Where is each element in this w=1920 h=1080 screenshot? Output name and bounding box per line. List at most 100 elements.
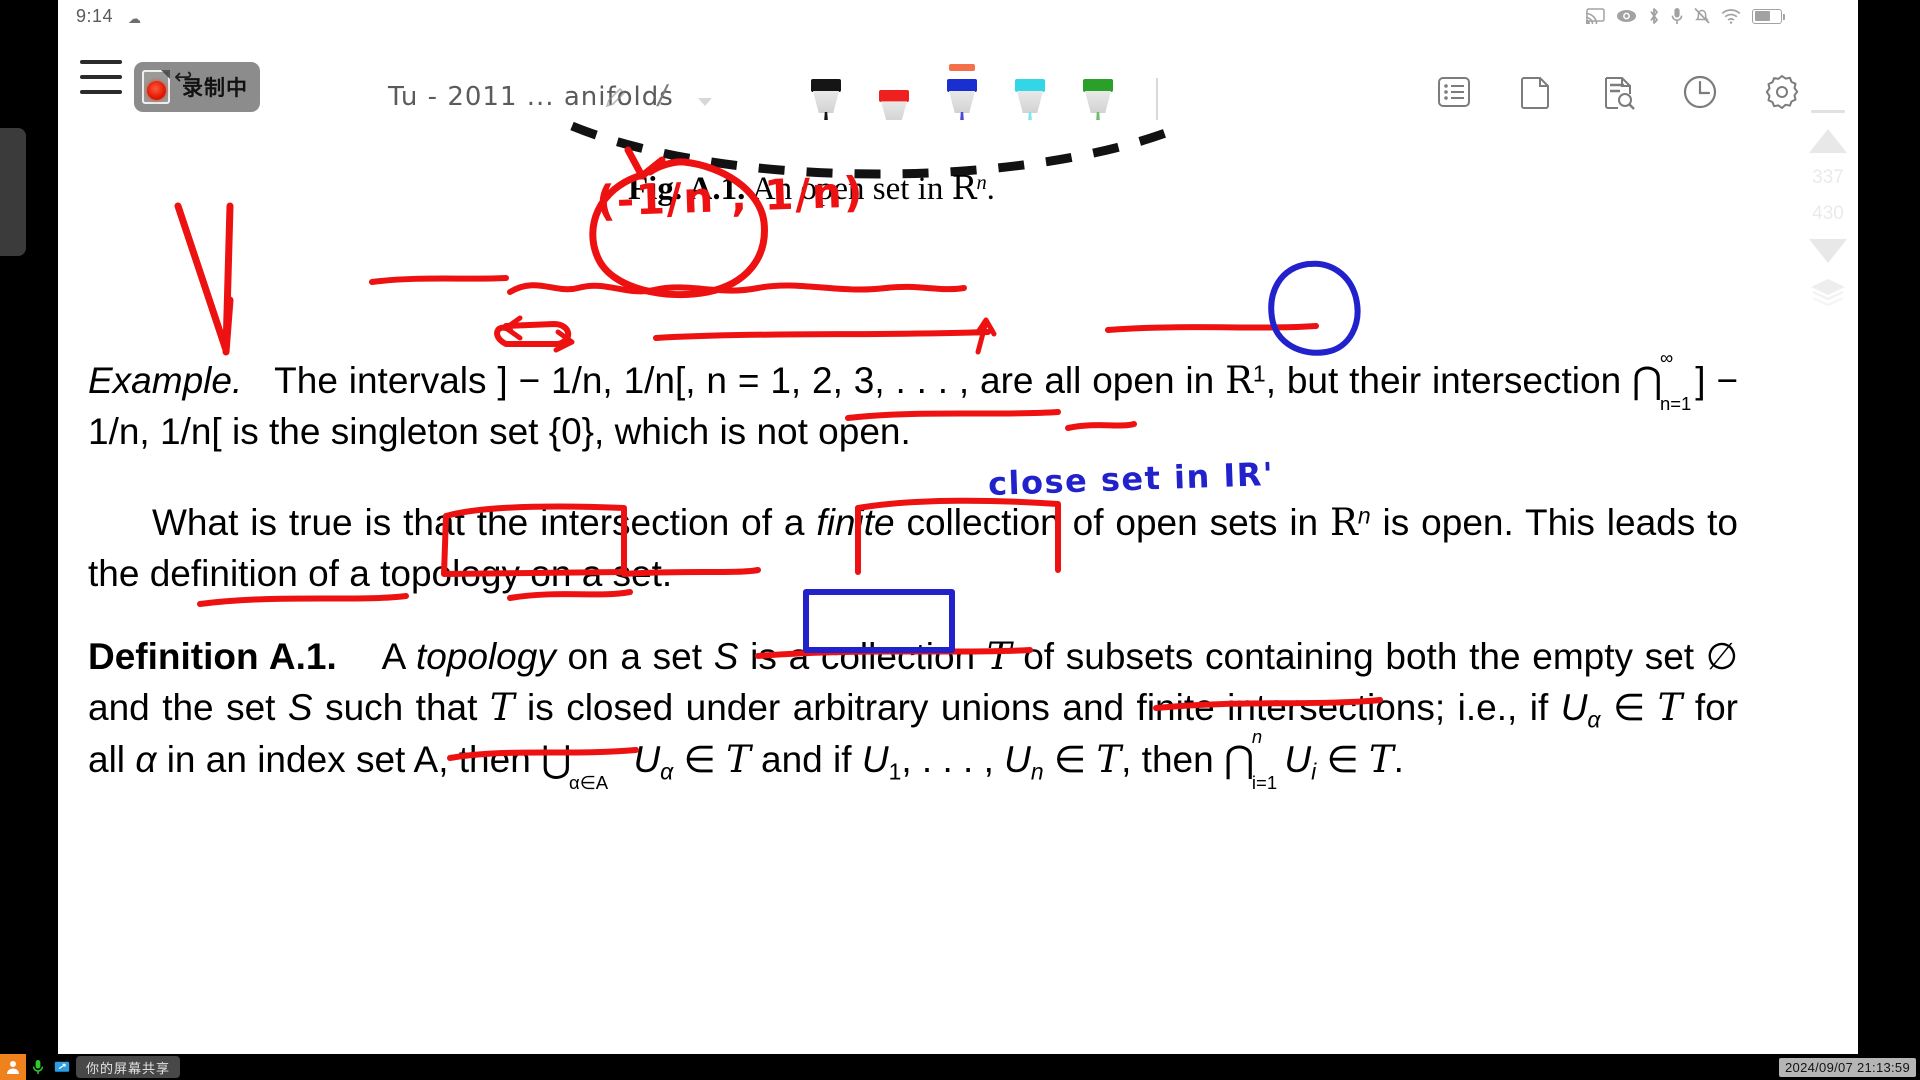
current-page-number: 337	[1812, 167, 1844, 188]
paragraph-definition: Definition A.1. A topology on a set S is…	[88, 632, 1738, 793]
true-text-1: What is true is that the intersection of…	[152, 502, 817, 543]
bigcap-glyph: ⋂	[1632, 360, 1663, 401]
def-text-2: on a set	[555, 636, 714, 677]
def-bigcup: ⋃ α∈A	[541, 735, 608, 793]
history-clock-icon[interactable]	[1680, 72, 1720, 112]
recording-badge[interactable]: ↩ 录制中	[134, 62, 260, 112]
def-u1-sub: 1	[888, 758, 902, 785]
def-text-5: such that	[312, 686, 490, 728]
rail-handle[interactable]	[1811, 110, 1845, 113]
document-title[interactable]: Tu - 2011 ... anifolds	[388, 82, 674, 112]
def-text-3: is a collection	[738, 636, 987, 677]
example-text-2: , but their intersection	[1265, 360, 1633, 401]
def-script-t-6: T	[1368, 738, 1394, 782]
screen-share-icon[interactable]	[50, 1054, 74, 1080]
def-text-11: and if	[750, 739, 862, 781]
def-text-1: A	[381, 636, 416, 677]
def-text-15: ∈	[1316, 739, 1369, 781]
chevron-down-icon[interactable]	[698, 98, 712, 106]
cloud-icon: ☁	[128, 11, 141, 26]
back-arrow-icon: ↩	[174, 64, 193, 89]
figure-caption-blackboard-r: R	[951, 168, 977, 207]
next-page-button[interactable]	[1809, 239, 1847, 263]
system-clock: 2024/09/07 21:13:59	[1779, 1058, 1916, 1077]
microphone-icon	[1671, 7, 1683, 25]
definition-label: Definition A.1.	[88, 636, 337, 677]
layers-icon[interactable]	[1809, 277, 1847, 307]
bigcup-subscript: α∈A	[569, 772, 609, 794]
system-bottom-bar: 你的屏幕共享 2024/09/07 21:13:59	[0, 1054, 1920, 1080]
screen-root: 9:14 ☁ ↩ 录制中 Tu - 2011 ... anifolds / Fi…	[0, 0, 1920, 1080]
def-u-alpha-2: U	[633, 739, 661, 781]
screen-share-indicator-group: 你的屏幕共享	[0, 1054, 181, 1080]
def-text-6: is closed under arbitrary unions and fin…	[514, 686, 1561, 728]
example-text-1: The intervals ] − 1/n, 1/n[, n = 1, 2, 3…	[274, 360, 1226, 401]
def-alpha: α	[135, 739, 157, 781]
page-icon[interactable]	[1516, 72, 1556, 112]
def-bigcap-2: ⋂ n i=1	[1224, 726, 1277, 793]
figure-caption-exponent: n	[976, 171, 987, 194]
def-text-12: , . . . ,	[901, 739, 1005, 781]
selected-pen-marker	[949, 64, 975, 71]
bigcap2-top-limit: n	[1251, 725, 1263, 747]
def-script-t-5: T	[1096, 738, 1122, 782]
def-script-t-2: T	[489, 685, 515, 729]
def-text-16: .	[1393, 739, 1404, 781]
app-surface: 9:14 ☁ ↩ 录制中 Tu - 2011 ... anifolds / Fi…	[58, 0, 1858, 1054]
bigcap-bottom-limit: n=1	[1659, 392, 1692, 414]
def-script-t-1: T	[986, 635, 1012, 678]
bluetooth-icon	[1648, 7, 1660, 25]
screen-cast-icon	[1585, 7, 1605, 25]
bigcap2-bottom-limit: i=1	[1251, 772, 1278, 794]
eye-icon	[1616, 9, 1637, 23]
microphone-icon[interactable]	[26, 1054, 50, 1080]
def-script-t-3: T	[1657, 685, 1683, 729]
def-italic-s2: S	[287, 686, 313, 728]
app-toolbar: ↩ 录制中 Tu - 2011 ... anifolds / 37	[58, 36, 1858, 158]
document-page[interactable]: Fig. A.1. An open set in Rn. Example. Th…	[58, 120, 1858, 1054]
outline-list-icon[interactable]	[1434, 72, 1474, 112]
page-nav-rail: 337 430	[1798, 110, 1858, 430]
true-text-2: collection of open sets in	[894, 502, 1331, 543]
example-exponent: 1	[1252, 360, 1266, 387]
bell-muted-icon	[1694, 7, 1710, 25]
figure-caption-period: .	[986, 171, 995, 207]
handwriting-interval-formula: (-1/n , 1/n)	[595, 167, 865, 226]
document-search-icon[interactable]	[1598, 72, 1638, 112]
recording-doc-icon	[142, 69, 171, 104]
paragraph-example: Example. The intervals ] − 1/n, 1/n[, n …	[88, 347, 1738, 457]
total-page-number: 430	[1812, 203, 1844, 224]
example-bigcap: ⋂ ∞ n=1	[1632, 347, 1691, 414]
person-icon[interactable]	[0, 1054, 26, 1080]
wifi-icon	[1721, 8, 1741, 24]
bigcap-top-limit: ∞	[1659, 346, 1674, 368]
screen-share-label: 你的屏幕共享	[76, 1056, 181, 1078]
battery-icon	[1752, 8, 1785, 24]
device-bezel-right	[1858, 0, 1920, 1080]
side-drawer-handle[interactable]	[0, 128, 26, 256]
rename-pen-icon[interactable]	[603, 86, 627, 110]
def-text-7: ∈	[1600, 686, 1658, 728]
def-text-13: ∈	[1043, 739, 1097, 781]
bigcup-glyph: ⋃	[541, 739, 572, 781]
status-bar-icon-group	[1585, 7, 1785, 25]
def-script-t-4: T	[726, 738, 751, 782]
example-label: Example.	[88, 360, 243, 401]
def-un: U	[1004, 739, 1031, 781]
status-bar: 9:14 ☁	[58, 0, 1858, 36]
menu-button[interactable]	[80, 60, 122, 94]
def-alpha-sub: α	[1587, 706, 1601, 733]
true-exponent: n	[1357, 502, 1371, 529]
previous-page-button[interactable]	[1809, 129, 1847, 153]
example-blackboard-r: R	[1225, 359, 1253, 402]
def-u-alpha: U	[1560, 686, 1588, 728]
true-italic-finite: finite	[816, 502, 895, 543]
paragraph-finite-intersection: What is true is that the intersection of…	[88, 498, 1738, 599]
toolbar-right-group	[1434, 72, 1802, 112]
def-un-sub: n	[1030, 758, 1044, 785]
def-ui: U	[1284, 739, 1312, 781]
def-text-14: , then	[1121, 739, 1224, 781]
settings-gear-icon[interactable]	[1762, 72, 1802, 112]
def-italic-s1: S	[713, 636, 739, 677]
def-text-10: ∈	[673, 739, 727, 781]
